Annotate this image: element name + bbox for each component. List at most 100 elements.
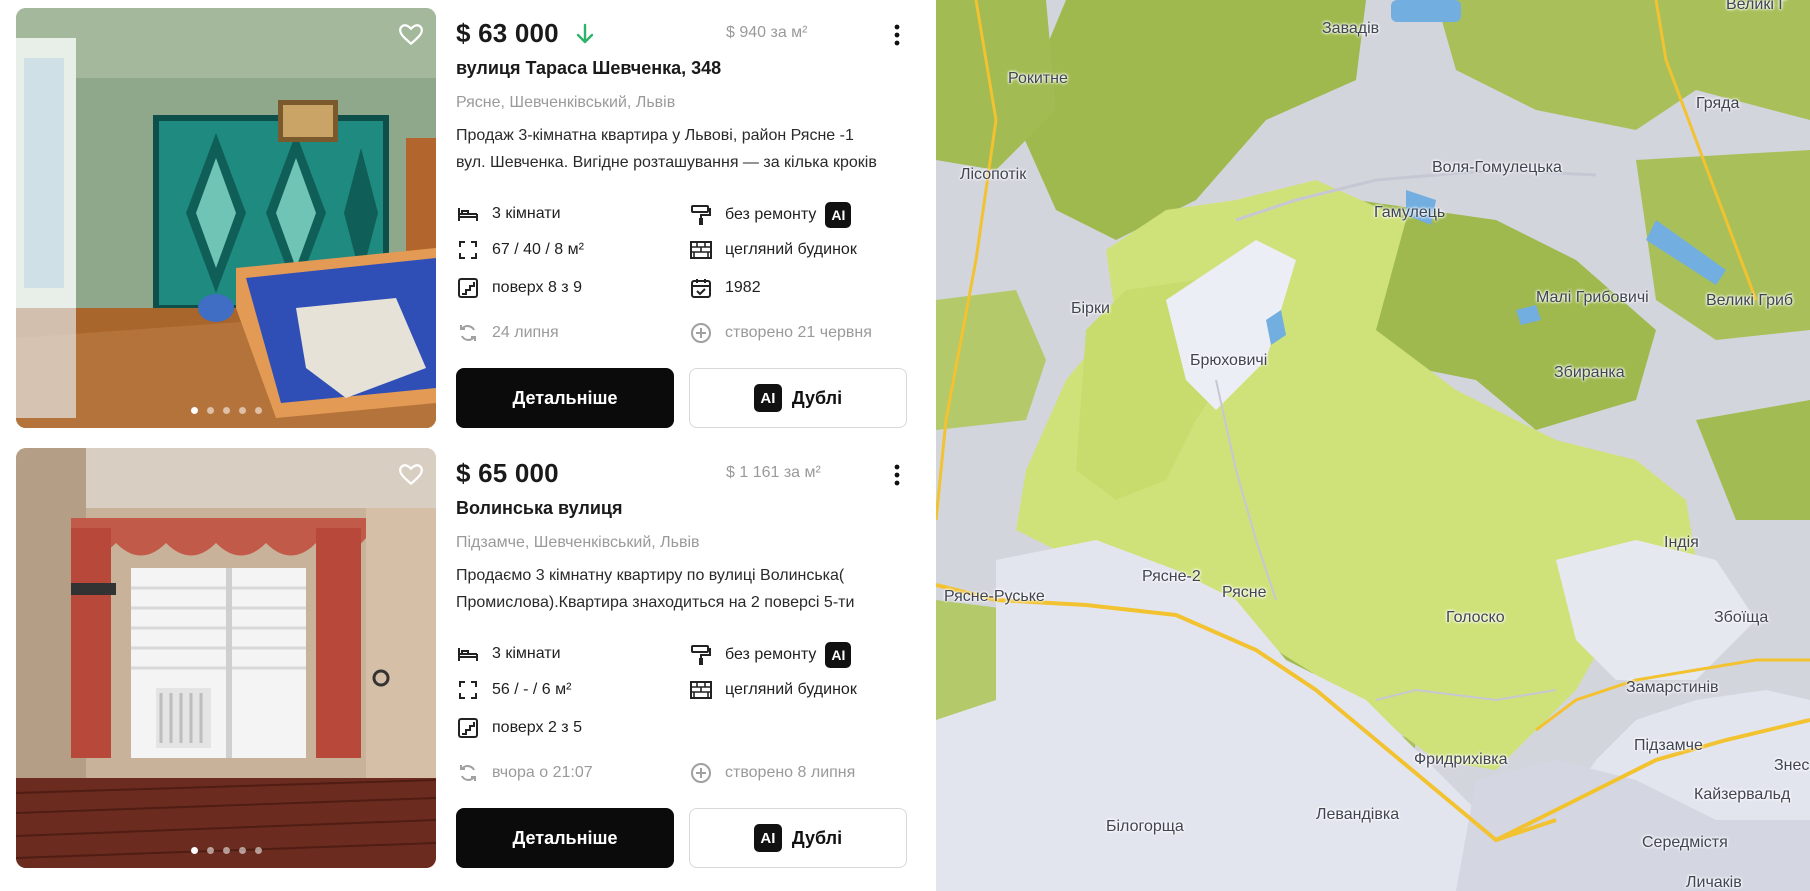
carousel-dot[interactable] [222, 407, 230, 414]
map-label-riasne-ruske: Рясне-Руське [944, 588, 1045, 605]
created-text: створено 8 липня [725, 764, 856, 781]
feature-building: цегляний будинок [689, 678, 857, 702]
building-text: цегляний будинок [725, 241, 857, 258]
stairs-icon [456, 276, 480, 300]
duplicates-button[interactable]: AI Дублі [689, 368, 907, 428]
listings-panel: $ 63 000 $ 940 за м² вулиця Тараса Шевче… [0, 0, 935, 891]
listing-location: Рясне, Шевченківський, Львів [456, 94, 676, 111]
map-label-lisopotik: Лісопотік [960, 166, 1027, 183]
area-expand-icon [456, 238, 480, 262]
map-label-hriada: Гряда [1696, 95, 1740, 112]
price-down-arrow-icon [576, 23, 594, 44]
map-label-znes: Знес [1774, 757, 1810, 774]
duplicates-button[interactable]: AI Дублі [689, 808, 907, 868]
map-canvas[interactable] [936, 0, 1810, 891]
year-text: 1982 [725, 279, 761, 296]
feature-created: створено 8 липня [689, 761, 855, 785]
updated-text: 24 липня [492, 324, 559, 341]
plus-circle-icon [689, 761, 713, 785]
map-label-riasne-2: Рясне-2 [1142, 568, 1201, 585]
refresh-icon [456, 761, 480, 785]
area-text: 56 / - / 6 м² [492, 681, 572, 698]
listing-photo[interactable] [16, 448, 436, 868]
listing-photo[interactable] [16, 8, 436, 428]
listing-price: $ 63 000 [456, 18, 559, 48]
carousel-dot[interactable] [238, 407, 246, 414]
photo-carousel-dots[interactable] [16, 407, 436, 414]
duplicates-label: Дублі [791, 827, 843, 848]
carousel-dot[interactable] [206, 847, 214, 854]
listing-card[interactable]: $ 63 000 $ 940 за м² вулиця Тараса Шевче… [16, 8, 916, 428]
description-line: Промислова).Квартира знаходиться на 2 по… [456, 594, 855, 611]
bed-icon [456, 202, 480, 226]
listing-price: $ 65 000 [456, 458, 559, 488]
area-expand-icon [456, 678, 480, 702]
map-label-birky: Бірки [1071, 300, 1110, 317]
feature-condition: без ремонту AI [689, 202, 852, 228]
description-line: вул. Шевченка. Вигідне розташування — за… [456, 154, 877, 171]
map-label-volia-homuletska: Воля-Гомулецька [1432, 159, 1562, 176]
carousel-dot[interactable] [222, 847, 230, 854]
price-per-m2: $ 1 161 за м² [726, 464, 821, 481]
rooms-text: 3 кімнати [492, 645, 561, 662]
listing-title[interactable]: вулиця Тараса Шевченка, 348 [456, 58, 721, 79]
feature-area: 67 / 40 / 8 м² [456, 238, 584, 262]
map-label-zbyranka: Збиранка [1554, 364, 1625, 381]
carousel-dot[interactable] [206, 407, 214, 414]
ai-badge: AI [825, 202, 852, 228]
bedroom-photo-illustration [16, 8, 436, 428]
carousel-dot[interactable] [190, 407, 198, 414]
map-label-briukhovychi: Брюховичі [1190, 352, 1268, 369]
details-button[interactable]: Детальніше [456, 368, 674, 428]
map-label-levandivka: Левандівка [1316, 806, 1400, 823]
empty-room-photo-illustration [16, 448, 436, 868]
area-text: 67 / 40 / 8 м² [492, 241, 584, 258]
carousel-dot[interactable] [254, 847, 262, 854]
more-menu-icon[interactable] [891, 462, 903, 488]
feature-rooms: 3 кімнати [456, 642, 561, 666]
bed-icon [456, 642, 480, 666]
favorite-heart-icon[interactable] [398, 462, 424, 488]
map-label-riasne: Рясне [1222, 584, 1267, 601]
carousel-dot[interactable] [254, 407, 262, 414]
map-label-lychakiv: Личаків [1686, 874, 1742, 891]
feature-floor: поверх 8 з 9 [456, 276, 582, 300]
feature-rooms: 3 кімнати [456, 202, 561, 226]
more-menu-icon[interactable] [891, 22, 903, 48]
brick-wall-icon [689, 238, 713, 262]
listing-info: $ 65 000 $ 1 161 за м² Волинська вулиця … [456, 448, 907, 868]
feature-condition: без ремонту AI [689, 642, 852, 668]
map-label-kaizervald: Кайзервальд [1694, 786, 1791, 803]
refresh-icon [456, 321, 480, 345]
ai-badge: AI [753, 824, 782, 852]
carousel-dot[interactable] [190, 847, 198, 854]
map-label-frydrykhivka: Фридрихівка [1414, 751, 1508, 768]
rooms-text: 3 кімнати [492, 205, 561, 222]
map-label-mali-hrybovychi: Малі Грибовичі [1536, 289, 1649, 306]
map-label-holosko: Голоско [1446, 609, 1505, 626]
description-line: Продаємо 3 кімнатну квартиру по вулиці В… [456, 567, 845, 584]
favorite-heart-icon[interactable] [398, 22, 424, 48]
brick-wall-icon [689, 678, 713, 702]
building-text: цегляний будинок [725, 681, 857, 698]
feature-year: 1982 [689, 276, 761, 300]
map-label-velyki-g: Великі Г [1726, 0, 1787, 13]
listing-card[interactable]: $ 65 000 $ 1 161 за м² Волинська вулиця … [16, 448, 916, 868]
map-label-zboishcha: Збоїща [1714, 609, 1769, 626]
floor-text: поверх 2 з 5 [492, 719, 582, 736]
details-button[interactable]: Детальніше [456, 808, 674, 868]
photo-carousel-dots[interactable] [16, 847, 436, 854]
description-line: Продаж 3-кімнатна квартира у Львові, рай… [456, 127, 854, 144]
map-view[interactable]: Завадів Великі Г Рокитне Гряда Лісопотік… [936, 0, 1810, 891]
feature-updated: 24 липня [456, 321, 559, 345]
map-label-india: Індія [1664, 534, 1699, 551]
map-label-bilohorshcha: Білогорща [1106, 818, 1184, 835]
duplicates-label: Дублі [791, 387, 843, 408]
listing-title[interactable]: Волинська вулиця [456, 498, 622, 519]
listing-location: Підзамче, Шевченківський, Львів [456, 534, 700, 551]
map-label-pidzamche: Підзамче [1634, 737, 1703, 754]
updated-text: вчора о 21:07 [492, 764, 593, 781]
carousel-dot[interactable] [238, 847, 246, 854]
price-per-m2: $ 940 за м² [726, 24, 808, 41]
stairs-icon [456, 716, 480, 740]
